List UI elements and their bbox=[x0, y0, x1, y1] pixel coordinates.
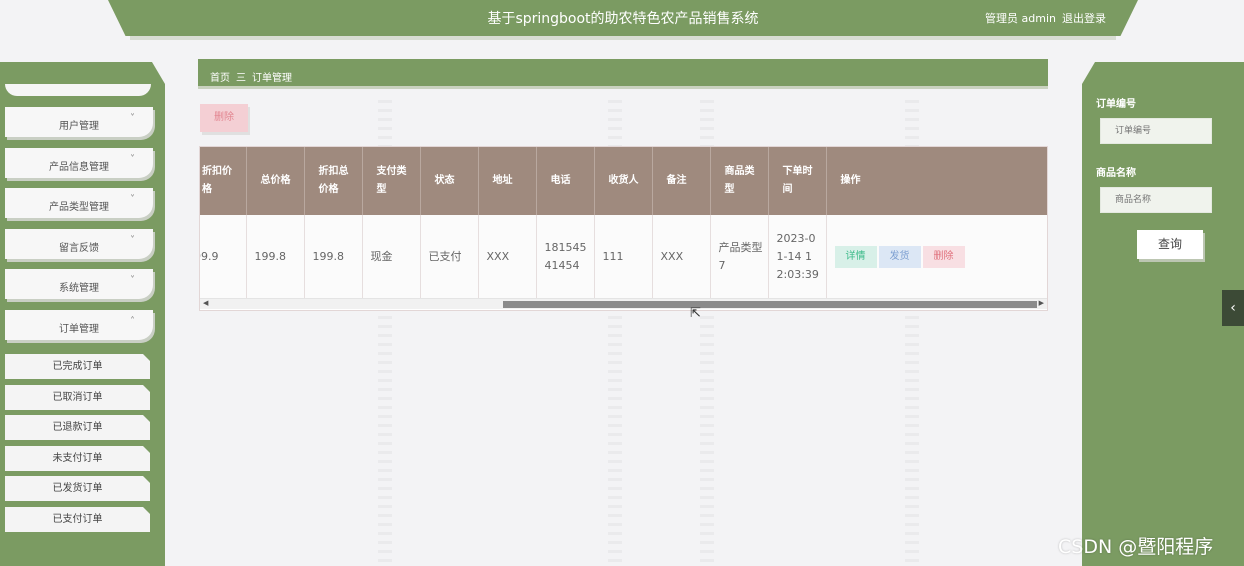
mouse-cursor-icon: ⇱ bbox=[690, 306, 701, 321]
column-header: 操作 bbox=[826, 147, 1047, 215]
chevron-up-icon: ˄ bbox=[130, 316, 135, 327]
submenu-unpaid-orders[interactable]: 未支付订单 bbox=[5, 446, 150, 471]
sidebar-item-product-info[interactable]: 产品信息管理 ˅ bbox=[5, 148, 153, 178]
submenu-label: 已退款订单 bbox=[52, 422, 103, 433]
breadcrumb-current: 订单管理 bbox=[252, 73, 292, 84]
delete-row-button[interactable]: 删除 bbox=[922, 246, 965, 268]
cell-total-price: 199.8 bbox=[246, 215, 305, 299]
chevron-down-icon: ˅ bbox=[130, 113, 135, 124]
scroll-right-arrow-icon[interactable]: ▶ bbox=[1039, 299, 1044, 307]
cell-remark: XXX bbox=[652, 215, 711, 299]
orders-table: 折扣价格 总价格 折扣总价格 支付类型 状态 地址 电话 收货人 备注 商品类型… bbox=[199, 146, 1048, 311]
column-header: 支付类型 bbox=[362, 147, 421, 215]
submenu-refunded-orders[interactable]: 已退款订单 bbox=[5, 415, 150, 440]
cell-status: 已支付 bbox=[420, 215, 479, 299]
watermark-text: CSDN @暨阳程序 bbox=[1058, 536, 1214, 558]
order-no-label: 订单编号 bbox=[1096, 99, 1136, 110]
submenu-shipped-orders[interactable]: 已发货订单 bbox=[5, 476, 150, 501]
sidebar-item-system[interactable]: 系统管理 ˅ bbox=[5, 269, 153, 299]
column-header: 折扣总价格 bbox=[304, 147, 363, 215]
cell-discount-total: 199.8 bbox=[304, 215, 363, 299]
header-shadow bbox=[130, 36, 1116, 40]
scroll-left-arrow-icon[interactable]: ◀ bbox=[203, 299, 208, 307]
cell-pay-type: 现金 bbox=[362, 215, 421, 299]
sidebar-top-item bbox=[5, 84, 151, 96]
table-row: 99.9 199.8 199.8 现金 已支付 XXX 18154541454 … bbox=[200, 215, 1047, 299]
detail-button[interactable]: 详情 bbox=[834, 246, 877, 268]
breadcrumb-separator-icon: 三 bbox=[236, 73, 246, 84]
submenu-label: 已完成订单 bbox=[52, 361, 103, 372]
header-user-area: 管理员 admin 退出登录 bbox=[979, 10, 1106, 26]
column-header: 商品类型 bbox=[710, 147, 769, 215]
batch-delete-button[interactable]: 删除 bbox=[200, 104, 248, 132]
submenu-label: 已支付订单 bbox=[52, 514, 103, 525]
column-header: 地址 bbox=[478, 147, 537, 215]
sidebar-item-orders[interactable]: 订单管理 ˄ bbox=[5, 310, 153, 340]
column-header: 状态 bbox=[420, 147, 479, 215]
column-header: 收货人 bbox=[594, 147, 653, 215]
cell-product-type: 产品类型7 bbox=[710, 215, 769, 299]
column-header: 折扣价格 bbox=[200, 147, 247, 215]
column-header: 电话 bbox=[536, 147, 595, 215]
scrollbar-thumb[interactable] bbox=[503, 301, 1037, 308]
query-button[interactable]: 查询 bbox=[1137, 230, 1203, 259]
ship-button[interactable]: 发货 bbox=[878, 246, 921, 268]
submenu-label: 未支付订单 bbox=[52, 453, 103, 464]
column-header: 备注 bbox=[652, 147, 711, 215]
column-header: 下单时间 bbox=[768, 147, 827, 215]
breadcrumb-home[interactable]: 首页 bbox=[210, 73, 230, 84]
chevron-down-icon: ˅ bbox=[130, 235, 135, 246]
submenu-completed-orders[interactable]: 已完成订单 bbox=[5, 354, 150, 379]
submenu-label: 已发货订单 bbox=[52, 483, 103, 494]
admin-user-label: 管理员 admin bbox=[985, 12, 1056, 25]
cell-order-time: 2023-01-14 12:03:39 bbox=[768, 215, 827, 299]
product-name-label: 商品名称 bbox=[1096, 168, 1136, 179]
column-header: 总价格 bbox=[246, 147, 305, 215]
cell-receiver: 111 bbox=[594, 215, 653, 299]
logout-link[interactable]: 退出登录 bbox=[1062, 12, 1106, 25]
sidebar-item-users[interactable]: 用户管理 ˅ bbox=[5, 107, 153, 137]
table-header-row: 折扣价格 总价格 折扣总价格 支付类型 状态 地址 电话 收货人 备注 商品类型… bbox=[200, 147, 1047, 215]
horizontal-scrollbar[interactable]: ◀ ▶ bbox=[200, 298, 1047, 309]
chevron-down-icon: ˅ bbox=[130, 194, 135, 205]
top-header: 基于springboot的助农特色农产品销售系统 管理员 admin 退出登录 bbox=[108, 0, 1138, 36]
collapse-panel-chevron-left-icon[interactable]: ‹ bbox=[1222, 290, 1244, 326]
product-name-input[interactable] bbox=[1100, 187, 1212, 213]
cell-actions: 详情 发货 删除 bbox=[826, 215, 1047, 299]
chevron-down-icon: ˅ bbox=[130, 154, 135, 165]
breadcrumb: 首页三订单管理 bbox=[198, 59, 1048, 89]
cell-address: XXX bbox=[478, 215, 537, 299]
order-no-input[interactable] bbox=[1100, 118, 1212, 144]
chevron-down-icon: ˅ bbox=[130, 275, 135, 286]
sidebar-item-product-type[interactable]: 产品类型管理 ˅ bbox=[5, 188, 153, 218]
cell-phone: 18154541454 bbox=[536, 215, 595, 299]
submenu-paid-orders[interactable]: 已支付订单 bbox=[5, 507, 150, 532]
submenu-cancelled-orders[interactable]: 已取消订单 bbox=[5, 385, 150, 410]
cell-discount-price: 99.9 bbox=[200, 215, 247, 299]
submenu-label: 已取消订单 bbox=[52, 392, 103, 403]
sidebar-item-feedback[interactable]: 留言反馈 ˅ bbox=[5, 229, 153, 259]
